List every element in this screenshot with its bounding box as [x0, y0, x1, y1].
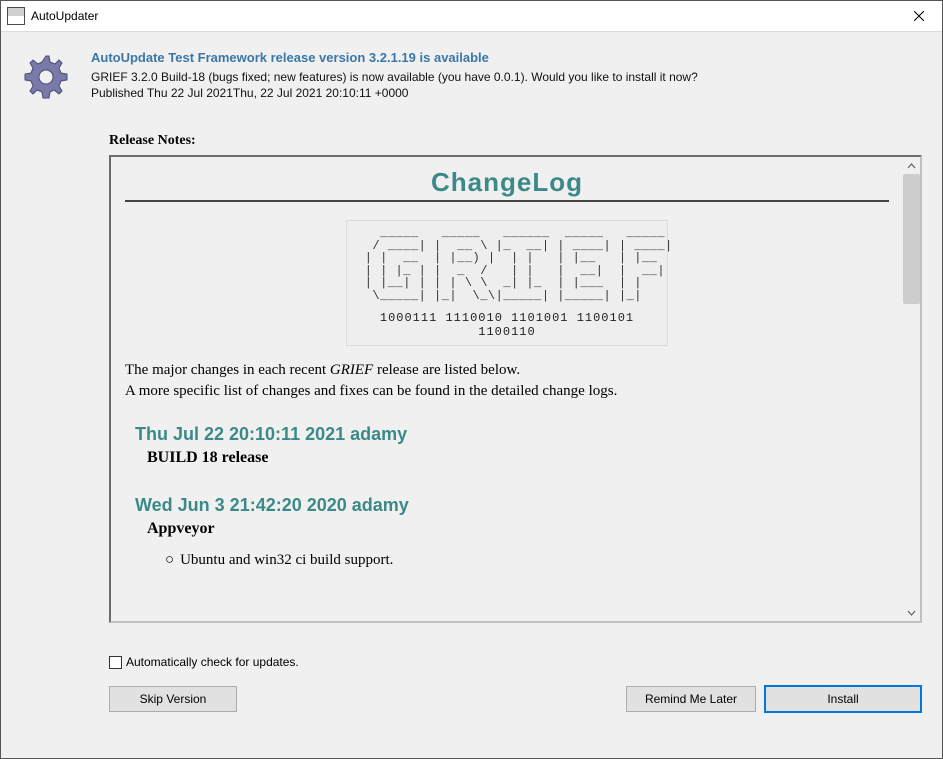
header-row: AutoUpdate Test Framework release versio… — [21, 50, 922, 105]
scrollbar[interactable] — [903, 157, 920, 621]
release-notes-content: ChangeLog _____ _____ ______ _____ _____… — [111, 157, 903, 621]
close-button[interactable] — [896, 1, 942, 31]
window-title: AutoUpdater — [31, 9, 98, 23]
chevron-up-icon — [907, 163, 916, 169]
ascii-logo-box: _____ _____ ______ _____ _____ / ____| |… — [346, 220, 668, 346]
footer-area: Automatically check for updates. Skip Ve… — [109, 655, 922, 713]
gear-icon — [21, 52, 71, 105]
changelog-entry-item-text: Ubuntu and win32 ci build support. — [180, 552, 393, 568]
intro-line-1-pre: The major changes in each recent — [125, 362, 330, 378]
changelog-entry-subtitle: Appveyor — [147, 520, 889, 538]
update-description: GRIEF 3.2.0 Build-18 (bugs fixed; new fe… — [91, 69, 922, 85]
bullet-icon: ○ — [165, 552, 174, 568]
intro-line-1-em: GRIEF — [330, 362, 373, 378]
auto-check-label: Automatically check for updates. — [126, 655, 299, 669]
titlebar: AutoUpdater — [1, 1, 942, 32]
close-icon — [914, 11, 924, 21]
changelog-divider — [125, 200, 889, 202]
ascii-logo: _____ _____ ______ _____ _____ / ____| |… — [357, 227, 657, 303]
auto-check-row[interactable]: Automatically check for updates. — [109, 655, 922, 669]
changelog-entry-subtitle: BUILD 18 release — [147, 449, 889, 467]
scroll-down-button[interactable] — [903, 604, 920, 621]
scroll-thumb[interactable] — [903, 174, 920, 304]
remind-later-button[interactable]: Remind Me Later — [626, 686, 756, 712]
ascii-binary: 1000111 1110010 1101001 1100101 1100110 — [357, 311, 657, 339]
changelog-title: ChangeLog — [125, 167, 889, 200]
header-text: AutoUpdate Test Framework release versio… — [91, 50, 922, 101]
changelog-intro: The major changes in each recent GRIEF r… — [125, 360, 889, 402]
intro-line-1-post: release are listed below. — [373, 362, 520, 378]
auto-check-checkbox[interactable] — [109, 656, 122, 669]
app-icon — [7, 7, 25, 25]
scroll-up-button[interactable] — [903, 157, 920, 174]
changelog-entry-date: Thu Jul 22 20:10:11 2021 adamy — [135, 424, 889, 445]
chevron-down-icon — [907, 610, 916, 616]
install-button[interactable]: Install — [764, 685, 922, 713]
release-notes-frame: ChangeLog _____ _____ ______ _____ _____… — [109, 155, 922, 623]
updater-window: AutoUpdater AutoUpdate Test Framework re… — [0, 0, 943, 759]
button-row: Skip Version Remind Me Later Install — [109, 685, 922, 713]
intro-line-2: A more specific list of changes and fixe… — [125, 383, 617, 399]
client-area: AutoUpdate Test Framework release versio… — [1, 32, 942, 758]
update-headline: AutoUpdate Test Framework release versio… — [91, 50, 922, 65]
changelog-entry-item: ○ Ubuntu and win32 ci build support. — [165, 552, 889, 569]
release-notes-label: Release Notes: — [109, 133, 922, 149]
changelog-entry-date: Wed Jun 3 21:42:20 2020 adamy — [135, 495, 889, 516]
update-published: Published Thu 22 Jul 2021Thu, 22 Jul 202… — [91, 85, 922, 101]
skip-version-button[interactable]: Skip Version — [109, 686, 237, 712]
